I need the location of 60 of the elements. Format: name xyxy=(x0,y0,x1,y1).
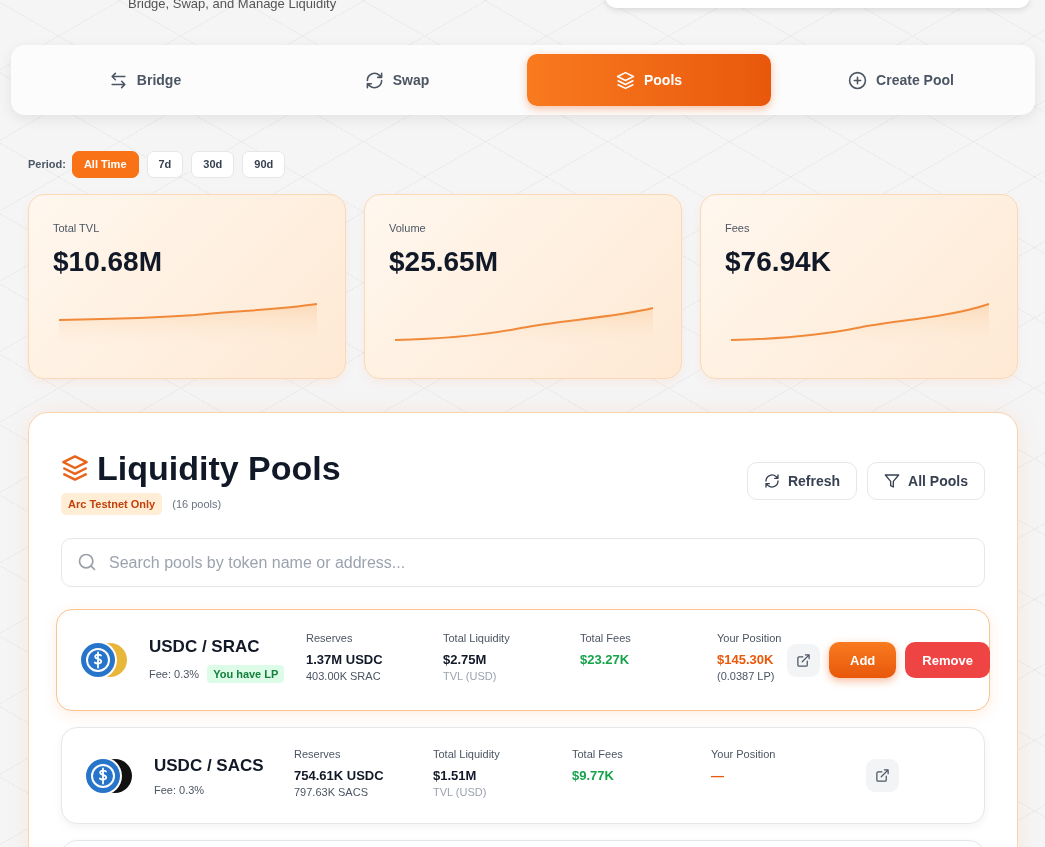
tab[interactable]: Create Pool xyxy=(779,54,1023,106)
pool-count: (16 pools) xyxy=(172,498,222,510)
period-button[interactable]: 90d xyxy=(242,150,286,178)
pool-name: USDC / SACS xyxy=(154,755,265,776)
refresh-icon xyxy=(763,473,780,489)
stat-label: Volume xyxy=(389,222,427,234)
column-label: Total Liquidity xyxy=(433,748,501,760)
external-link-button[interactable] xyxy=(787,643,820,677)
liquidity-note: TVL (USD) xyxy=(443,670,498,682)
stat-value: $10.68M xyxy=(53,246,163,278)
position-value: $145.30K xyxy=(717,652,775,667)
reserve-amount: 403.00K SRAC xyxy=(306,670,382,682)
tab[interactable]: Bridge xyxy=(23,54,267,106)
pool-name: USDC / SRAC xyxy=(149,637,261,657)
column-label: Reserves xyxy=(306,632,354,644)
column-label: Your Position xyxy=(717,632,783,644)
position-lp: (0.0387 LP) xyxy=(717,670,776,682)
search-field[interactable]: Search pools by token name or address... xyxy=(61,538,985,587)
remove-button[interactable]: Remove xyxy=(905,642,990,678)
column-label: Reserves xyxy=(294,748,342,760)
pool-card[interactable]: USDC / SACS Fee: 0.3% Reserves 754.61K USDC 797.63K SACS Total Liquidity $1.51M TVL (USD) Total Fees $9.77K Your Position — xyxy=(61,727,985,824)
pool-card[interactable]: USDC / SRAC Fee: 0.3% You have LP Reserves 1.37M USDC 403.00K SRAC Total Liquidity $2.75M TVL (USD) Total Fees $23.27K Your Position $145.30K (0.0387 LP) Add Remove xyxy=(56,609,990,711)
refresh-button[interactable]: Refresh xyxy=(746,462,858,500)
layers-icon xyxy=(61,454,89,482)
network-badge: Arc Testnet Only xyxy=(61,493,163,515)
column-label: Your Position xyxy=(711,748,777,760)
search-icon xyxy=(77,552,97,572)
add-circle-icon xyxy=(848,70,868,90)
period-button[interactable]: 30d xyxy=(191,150,235,178)
fees-value: $23.27K xyxy=(580,652,631,667)
refresh-icon xyxy=(364,70,384,90)
reserve-amount: 754.61K USDC xyxy=(294,768,385,783)
tab[interactable]: Swap xyxy=(275,54,519,106)
reserve-amount: 797.63K SACS xyxy=(294,786,369,798)
column-label: Total Fees xyxy=(580,632,632,644)
stat-value: $25.65M xyxy=(389,246,499,278)
period-label: Period: xyxy=(28,158,66,170)
liquidity-value: $1.51M xyxy=(433,768,478,783)
external-link-button[interactable] xyxy=(866,759,899,792)
panel-title: Liquidity Pools xyxy=(97,448,341,489)
lp-badge: You have LP xyxy=(207,665,285,683)
stat-value: $76.94K xyxy=(725,246,832,278)
external-link-icon xyxy=(796,652,811,668)
filter-icon xyxy=(884,473,901,489)
reserve-amount: 1.37M USDC xyxy=(306,652,384,667)
stat-label: Total TVL xyxy=(53,222,101,234)
pool-fee: Fee: 0.3% xyxy=(154,783,205,796)
filter-button[interactable]: All Pools xyxy=(867,462,985,500)
stat-label: Fees xyxy=(725,222,751,234)
layers-icon xyxy=(615,70,635,90)
liquidity-value: $2.75M xyxy=(443,652,488,667)
position-value: — xyxy=(711,768,725,783)
pool-fee: Fee: 0.3% xyxy=(149,668,200,680)
liquidity-note: TVL (USD) xyxy=(433,786,488,798)
period-button[interactable]: 7d xyxy=(146,150,184,178)
fees-value: $9.77K xyxy=(572,768,615,783)
arrows-icon xyxy=(108,70,128,90)
external-link-icon xyxy=(875,768,890,783)
column-label: Total Fees xyxy=(572,748,624,760)
column-label: Total Liquidity xyxy=(443,632,511,644)
